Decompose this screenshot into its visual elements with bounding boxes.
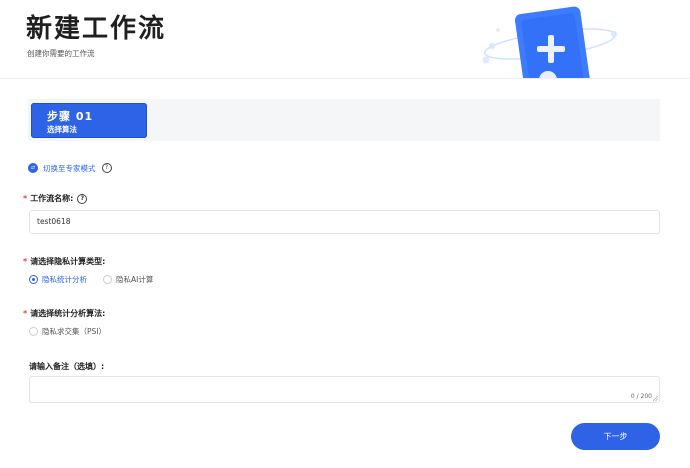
privacy-type-label: * 请选择隐私计算类型:	[23, 256, 105, 267]
remark-label-text: 请输入备注（选填）:	[29, 362, 105, 371]
privacy-type-label-text: 请选择隐私计算类型:	[30, 257, 106, 266]
required-mark: *	[23, 257, 28, 266]
workflow-name-label: * 工作流名称: ?	[23, 193, 88, 204]
swap-icon: ⇄	[28, 163, 38, 173]
radio-label: 隐私求交集（PSI）	[42, 327, 106, 336]
step-card[interactable]: 步骤 01 选择算法	[31, 103, 147, 138]
workflow-name-input[interactable]: test0618	[29, 210, 660, 234]
step-name: 选择算法	[47, 125, 77, 134]
page-subtitle: 创建你需要的工作流	[27, 49, 95, 58]
radio-unchecked-icon	[29, 327, 38, 336]
radio-label: 隐私统计分析	[42, 275, 87, 284]
required-mark: *	[23, 194, 28, 203]
radio-unchecked-icon	[103, 275, 112, 284]
radio-checked-icon	[29, 275, 38, 284]
page-title: 新建工作流	[26, 14, 167, 44]
algorithm-label-text: 请选择统计分析算法:	[30, 309, 106, 318]
radio-psi[interactable]: 隐私求交集（PSI）	[29, 326, 106, 337]
expert-mode-toggle[interactable]: ⇄ 切换至专家模式 ?	[28, 161, 112, 175]
required-mark: *	[23, 309, 28, 318]
radio-label: 隐私AI计算	[116, 275, 154, 284]
remark-label: 请输入备注（选填）:	[29, 361, 104, 372]
radio-privacy-ai[interactable]: 隐私AI计算	[103, 274, 153, 285]
remark-textarea[interactable]: 0 / 200	[29, 376, 660, 403]
page-header: 新建工作流 创建你需要的工作流	[0, 0, 690, 79]
help-icon[interactable]: ?	[77, 193, 88, 204]
radio-privacy-statistics[interactable]: 隐私统计分析	[29, 274, 87, 285]
next-step-button[interactable]: 下一步	[571, 423, 660, 450]
algorithm-radio-group: 隐私求交集（PSI）	[29, 326, 122, 337]
algorithm-label: * 请选择统计分析算法:	[23, 308, 105, 319]
privacy-type-radio-group: 隐私统计分析 隐私AI计算	[29, 274, 169, 285]
plus-card-illustration	[478, 4, 628, 78]
char-counter: 0 / 200	[630, 393, 652, 400]
workflow-name-label-text: 工作流名称:	[30, 194, 74, 203]
expert-mode-label: 切换至专家模式	[43, 163, 96, 173]
step-number: 步骤 01	[47, 110, 94, 123]
resize-handle-icon[interactable]	[653, 396, 658, 401]
help-icon[interactable]: ?	[101, 163, 112, 173]
